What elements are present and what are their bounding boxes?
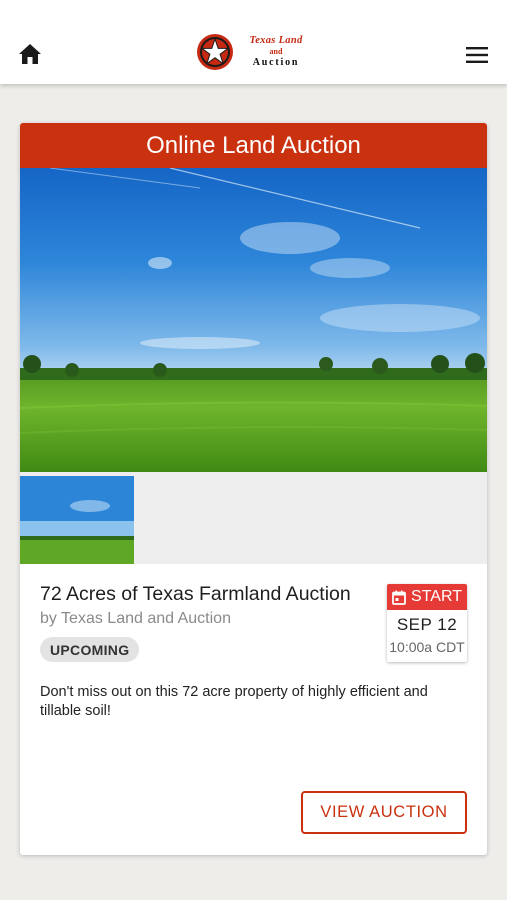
hamburger-menu-icon <box>466 47 488 63</box>
home-icon <box>19 44 41 64</box>
menu-button[interactable] <box>463 42 491 68</box>
hero-image[interactable] <box>20 168 487 472</box>
auction-byline: by Texas Land and Auction <box>40 610 231 627</box>
calendar-icon <box>392 590 406 605</box>
auction-info: 72 Acres of Texas Farmland Auction by Te… <box>20 564 487 855</box>
view-auction-button[interactable]: VIEW AUCTION <box>301 791 467 834</box>
home-button[interactable] <box>16 40 44 68</box>
start-label: START <box>411 588 462 605</box>
star-emblem-icon <box>197 34 233 70</box>
thumbnail-strip <box>20 472 487 564</box>
card-header: Online Land Auction <box>20 123 487 168</box>
farmland-photo <box>20 168 487 472</box>
texas-land-auction-logo[interactable]: Texas Land and Auction <box>196 31 316 73</box>
auction-card: Online Land Auction 72 Acres of Texas Fa… <box>20 123 487 855</box>
auction-title[interactable]: 72 Acres of Texas Farmland Auction <box>40 583 351 606</box>
logo-line-2: and <box>269 46 283 56</box>
top-app-bar: Texas Land and Auction <box>0 0 507 84</box>
auction-description: Don't miss out on this 72 acre property … <box>40 684 428 719</box>
logo-line-1: Texas Land <box>249 35 303 47</box>
start-date-box: START SEP 12 10:00a CDT <box>387 584 467 662</box>
start-header: START <box>387 584 467 610</box>
start-date: SEP 12 <box>396 615 458 634</box>
start-time: 10:00a CDT <box>389 639 465 655</box>
logo-line-3: Auction <box>252 56 300 68</box>
thumbnail-image[interactable] <box>20 476 134 564</box>
status-badge: UPCOMING <box>40 637 140 662</box>
